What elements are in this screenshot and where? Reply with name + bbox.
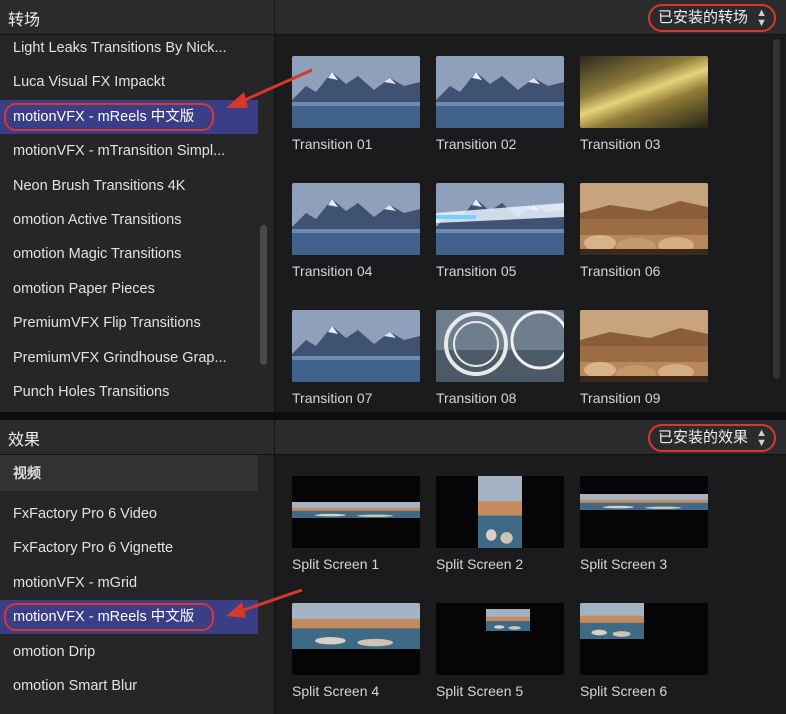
- thumbnail-image[interactable]: [436, 310, 564, 382]
- thumbnail-label: Transition 02: [436, 136, 517, 152]
- thumbnail-label: Split Screen 1: [292, 556, 380, 572]
- thumbnail-image[interactable]: [580, 476, 708, 548]
- thumbnail-image[interactable]: [580, 183, 708, 255]
- thumbnail-label: Split Screen 6: [580, 683, 668, 699]
- thumbnail-image[interactable]: [580, 56, 708, 128]
- thumbnail-label: Split Screen 3: [580, 556, 668, 572]
- transitions-panel: 转场 已安装的转场 ▲ ▼ Light Leaks Transitions By …: [0, 0, 786, 412]
- chevron-updown-icon: ▲ ▼: [756, 427, 767, 449]
- thumbnail-image[interactable]: [436, 603, 564, 675]
- sidebar-item[interactable]: motionVFX - mTransition Simpl...: [0, 134, 258, 168]
- sidebar-item[interactable]: motionVFX - mGrid: [0, 566, 258, 600]
- thumbnail-label: Transition 08: [436, 390, 517, 406]
- thumbnail-image[interactable]: [292, 56, 420, 128]
- category-video[interactable]: 视频: [0, 455, 258, 491]
- sidebar-item[interactable]: FxFactory Pro 6 Vignette: [0, 531, 258, 565]
- sidebar-item[interactable]: PremiumVFX Grindhouse Grap...: [0, 341, 258, 375]
- transitions-filter-value: 已安装的转场: [657, 9, 748, 26]
- thumbnail-label: Transition 07: [292, 390, 373, 406]
- panel-separator[interactable]: [0, 412, 786, 420]
- sidebar-item[interactable]: omotion Active Transitions: [0, 203, 258, 237]
- transitions-title: 转场: [8, 12, 41, 29]
- thumbnail-label: Transition 05: [436, 263, 517, 279]
- header-divider: [274, 0, 275, 34]
- thumbnail-label: Transition 01: [292, 136, 373, 152]
- effects-grid: Split Screen 1 Split Screen 2 Split Scre…: [275, 455, 786, 714]
- effects-header: 效果 已安装的效果 ▲ ▼: [0, 420, 786, 455]
- thumbnail-label: Split Screen 2: [436, 556, 524, 572]
- thumbnail-label: Split Screen 5: [436, 683, 524, 699]
- header-divider: [274, 420, 275, 454]
- thumbnail-label: Split Screen 4: [292, 683, 380, 699]
- thumbnail-label: Transition 06: [580, 263, 661, 279]
- sidebar-item[interactable]: PremiumVFX Flip Transitions: [0, 306, 258, 340]
- sidebar-item[interactable]: Light Leaks Transitions By Nick...: [0, 35, 258, 65]
- sidebar-item[interactable]: Neon Brush Transitions 4K: [0, 169, 258, 203]
- thumbnail-image[interactable]: [292, 603, 420, 675]
- selection-highlight-ring: [4, 102, 214, 131]
- chevron-updown-icon: ▲ ▼: [756, 7, 767, 29]
- effects-panel: 效果 已安装的效果 ▲ ▼ 视频 FxFactory Pro 6 Video FxF…: [0, 420, 786, 714]
- selection-highlight-ring: [4, 603, 214, 632]
- thumbnail-image[interactable]: [580, 310, 708, 382]
- thumbnail-label: Transition 03: [580, 136, 661, 152]
- sidebar-scrollbar[interactable]: [260, 225, 267, 365]
- thumbnail-image[interactable]: [292, 183, 420, 255]
- sidebar-item[interactable]: omotion Paper Pieces: [0, 272, 258, 306]
- effects-filter-value: 已安装的效果: [657, 429, 748, 446]
- thumbnail-image[interactable]: [580, 603, 708, 675]
- effects-title: 效果: [8, 432, 41, 449]
- thumbnail-image[interactable]: [436, 56, 564, 128]
- sidebar-item[interactable]: omotion Magic Transitions: [0, 237, 258, 271]
- grid-scrollbar[interactable]: [773, 39, 780, 379]
- sidebar-item[interactable]: FxFactory Pro 6 Video: [0, 497, 258, 531]
- transitions-filter-dropdown[interactable]: 已安装的转场 ▲ ▼: [647, 4, 776, 32]
- effects-filter-dropdown[interactable]: 已安装的效果 ▲ ▼: [647, 424, 776, 452]
- sidebar-item[interactable]: omotion Smart Blur: [0, 669, 258, 703]
- thumbnail-image[interactable]: [436, 183, 564, 255]
- thumbnail-label: Transition 04: [292, 263, 373, 279]
- thumbnail-image[interactable]: [292, 476, 420, 548]
- effects-sidebar: 视频 FxFactory Pro 6 Video FxFactory Pro 6 …: [0, 455, 275, 714]
- sidebar-item[interactable]: omotion Drip: [0, 635, 258, 669]
- transitions-grid: Transition 01 Transition 02 Transition 03…: [275, 35, 786, 412]
- transitions-header: 转场 已安装的转场 ▲ ▼: [0, 0, 786, 35]
- sidebar-item[interactable]: Punch Holes Transitions: [0, 375, 258, 409]
- thumbnail-label: Transition 09: [580, 390, 661, 406]
- transitions-sidebar: Light Leaks Transitions By Nick... Luca V…: [0, 35, 275, 412]
- sidebar-item[interactable]: Luca Visual FX Impackt: [0, 65, 258, 99]
- thumbnail-image[interactable]: [292, 310, 420, 382]
- thumbnail-image[interactable]: [436, 476, 564, 548]
